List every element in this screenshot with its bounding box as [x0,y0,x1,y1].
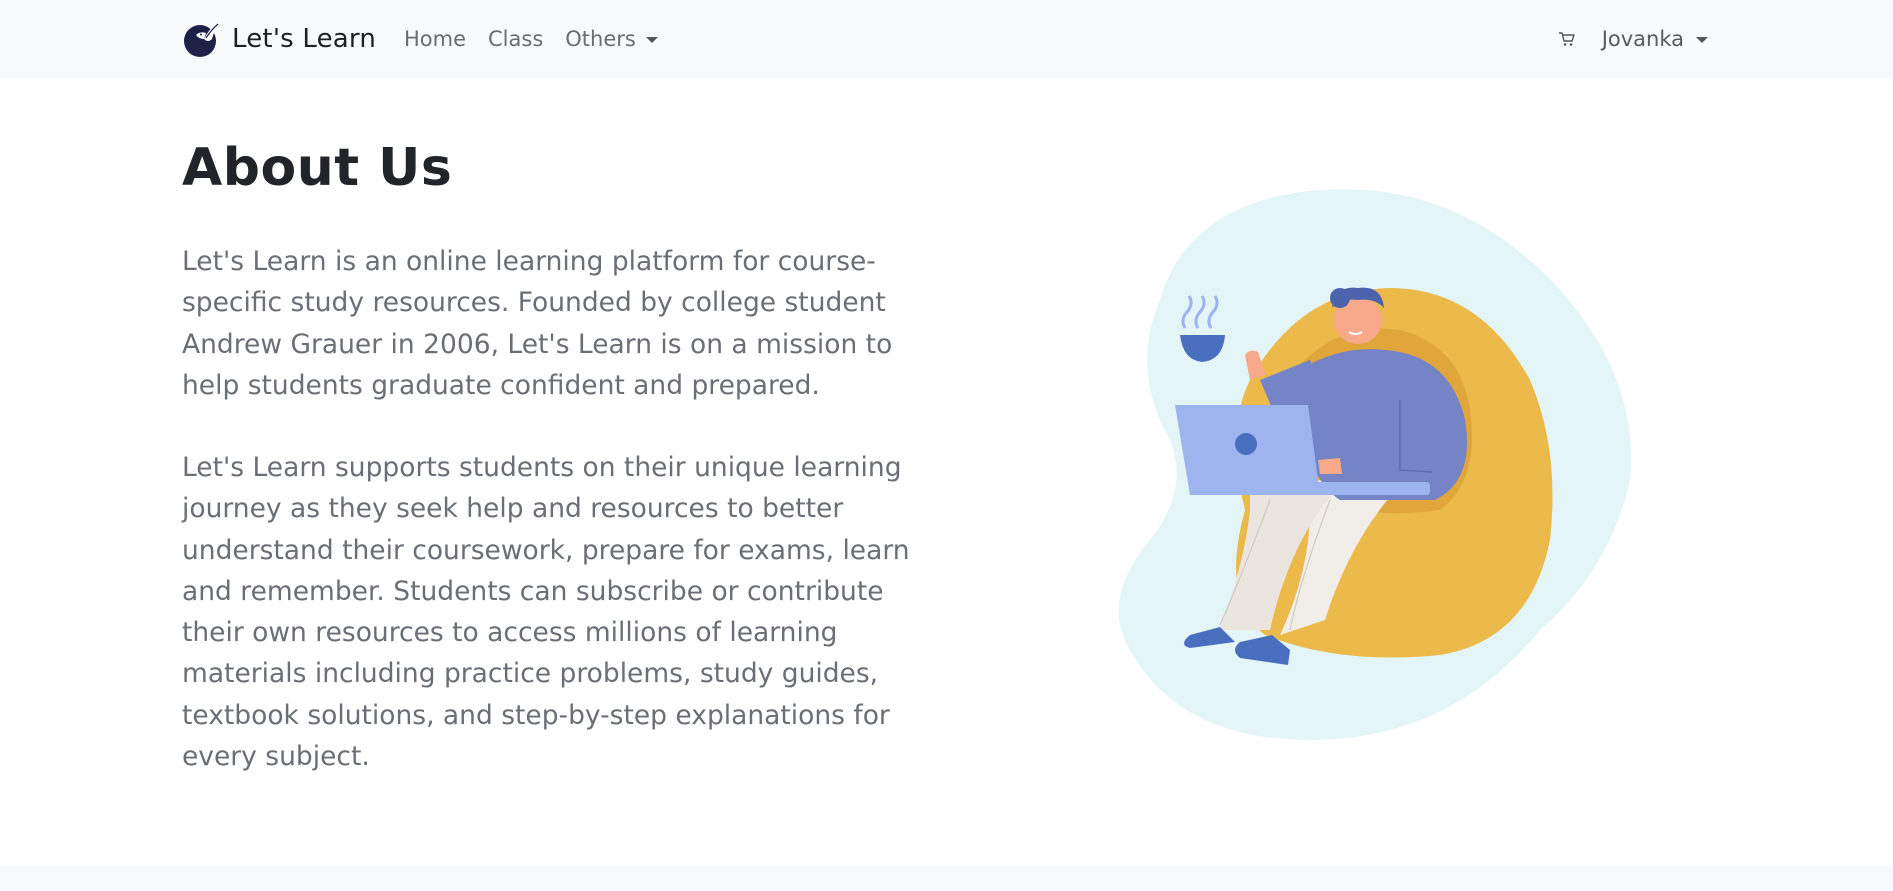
about-paragraph-1: Let's Learn is an online learning platfo… [182,246,893,401]
nav-others-dropdown[interactable]: Others [565,27,658,51]
nav-class-label: Class [488,27,544,51]
navbar: Let's Learn Home Class Others Jovanka [0,0,1893,78]
nav-home[interactable]: Home [404,27,466,51]
bird-logo-icon [184,21,220,57]
nav-links: Home Class Others [404,22,658,56]
user-name: Jovanka [1601,27,1684,51]
brand-link[interactable]: Let's Learn [182,18,376,60]
about-paragraph-2: Let's Learn supports students on their u… [182,452,910,773]
cart-icon[interactable] [1558,30,1576,48]
caret-down-icon [645,37,658,43]
nav-right: Jovanka [1558,22,1708,56]
caret-down-icon [1696,37,1708,43]
student-laptop-illustration [1118,189,1632,740]
nav-home-label: Home [404,27,467,51]
brand-name: Let's Learn [232,24,377,54]
nav-class[interactable]: Class [488,27,543,51]
nav-others-label: Others [565,27,636,51]
footer-strip [0,866,1893,891]
page-title: About Us [182,138,453,198]
user-dropdown[interactable]: Jovanka [1602,27,1708,51]
